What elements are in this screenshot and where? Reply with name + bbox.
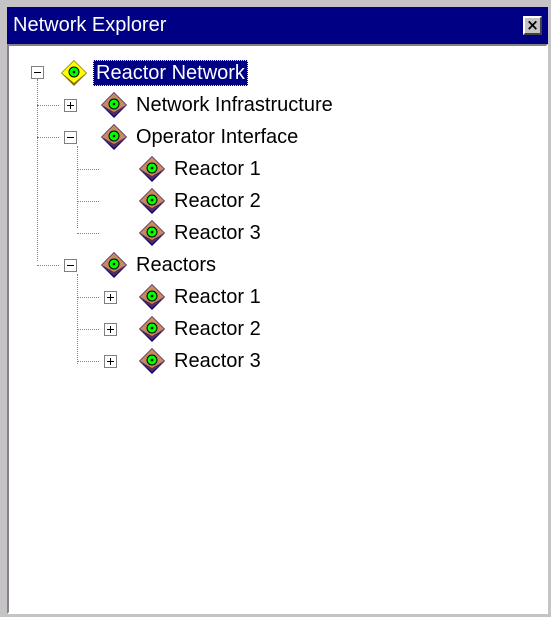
- expand-toggle[interactable]: [104, 323, 117, 336]
- tree-node-operator-interface[interactable]: Operator Interface: [9, 122, 409, 152]
- yellow-diamond-node-icon: [59, 58, 89, 88]
- close-button[interactable]: ×: [523, 16, 542, 35]
- window-title: Network Explorer: [13, 14, 167, 36]
- tree-node-label[interactable]: Network Infrastructure: [133, 92, 336, 118]
- tree-node-reactors[interactable]: Reactors: [9, 250, 409, 280]
- tree-node-reactors-reactor-1[interactable]: Reactor 1: [9, 282, 409, 312]
- close-icon: ×: [526, 16, 539, 34]
- tree-node-label[interactable]: Reactors: [133, 252, 219, 278]
- tree-node-reactors-reactor-3[interactable]: Reactor 3: [9, 346, 409, 376]
- tree-node-operator-reactor-1[interactable]: Reactor 1: [9, 154, 409, 184]
- blue-diamond-node-icon: [99, 122, 129, 152]
- tree-node-reactors-reactor-2[interactable]: Reactor 2: [9, 314, 409, 344]
- title-bar[interactable]: Network Explorer ×: [7, 7, 548, 44]
- tree-node-label[interactable]: Reactor 3: [171, 348, 264, 374]
- tree-node-label[interactable]: Reactor 1: [171, 284, 264, 310]
- expand-toggle[interactable]: [104, 355, 117, 368]
- tree-node-label[interactable]: Reactor 2: [171, 188, 264, 214]
- blue-diamond-node-icon: [137, 282, 167, 312]
- collapse-toggle[interactable]: [64, 131, 77, 144]
- tree-node-label[interactable]: Operator Interface: [133, 124, 301, 150]
- blue-diamond-node-icon: [137, 346, 167, 376]
- tree-view[interactable]: Reactor Network Network Infrastructure O…: [7, 44, 548, 614]
- tree-node-operator-reactor-2[interactable]: Reactor 2: [9, 186, 409, 216]
- tree-node-label[interactable]: Reactor 3: [171, 220, 264, 246]
- blue-diamond-node-icon: [137, 218, 167, 248]
- blue-diamond-node-icon: [99, 250, 129, 280]
- tree-node-network-infrastructure[interactable]: Network Infrastructure: [9, 90, 409, 120]
- tree-node-reactor-network[interactable]: Reactor Network: [9, 58, 309, 88]
- blue-diamond-node-icon: [137, 314, 167, 344]
- tree-node-label[interactable]: Reactor 2: [171, 316, 264, 342]
- tree-node-label[interactable]: Reactor Network: [93, 60, 248, 86]
- collapse-toggle[interactable]: [31, 66, 44, 79]
- blue-diamond-node-icon: [137, 154, 167, 184]
- expand-toggle[interactable]: [104, 291, 117, 304]
- tree-node-label[interactable]: Reactor 1: [171, 156, 264, 182]
- expand-toggle[interactable]: [64, 99, 77, 112]
- collapse-toggle[interactable]: [64, 259, 77, 272]
- tree-node-operator-reactor-3[interactable]: Reactor 3: [9, 218, 409, 248]
- blue-diamond-node-icon: [99, 90, 129, 120]
- blue-diamond-node-icon: [137, 186, 167, 216]
- network-explorer-window: Network Explorer × Reactor Network Netwo…: [0, 0, 551, 617]
